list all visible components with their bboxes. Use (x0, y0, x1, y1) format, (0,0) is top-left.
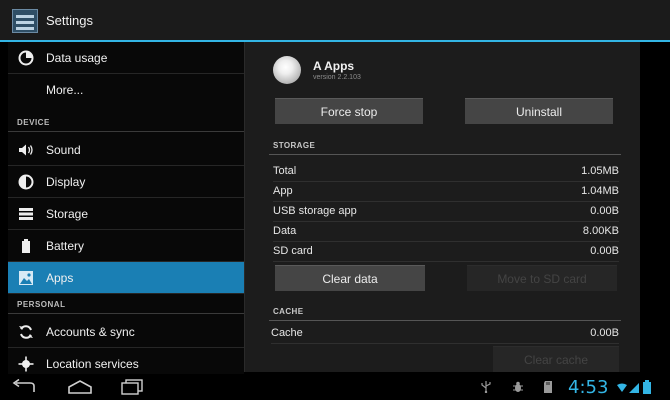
sidebar-item-battery[interactable]: Battery (8, 230, 244, 262)
sidebar-item-label: Storage (46, 207, 89, 221)
sync-icon (19, 325, 33, 339)
data-usage-icon (18, 50, 34, 66)
app-version: version 2.2.103 (313, 74, 361, 81)
storage-section-title: STORAGE (273, 141, 316, 150)
section-label: PERSONAL (17, 300, 66, 309)
cache-section-title: CACHE (273, 307, 304, 316)
settings-sidebar: Data usage More... DEVICE Sound Display … (8, 42, 244, 374)
clear-data-button[interactable]: Clear data (275, 265, 425, 291)
force-stop-button[interactable]: Force stop (275, 98, 423, 124)
system-bar: 4:53 (0, 374, 670, 400)
sidebar-item-more[interactable]: More... (8, 74, 244, 106)
sidebar-item-label: Display (46, 175, 86, 189)
storage-row-value: 0.00B (590, 245, 619, 257)
usb-icon (481, 381, 491, 393)
speaker-icon (19, 144, 33, 156)
brightness-icon (18, 174, 34, 190)
storage-row: USB storage app 0.00B (273, 202, 619, 222)
action-bar: Settings (0, 0, 670, 42)
sidebar-item-location-services[interactable]: Location services (8, 348, 244, 374)
sidebar-item-label: More... (46, 83, 84, 97)
storage-row: Data 8.00KB (273, 222, 619, 242)
storage-icon (19, 208, 33, 220)
debug-icon (513, 381, 523, 392)
cache-row-label: Cache (271, 327, 303, 339)
section-label: DEVICE (17, 118, 50, 127)
home-icon[interactable] (66, 379, 94, 395)
wifi-icon (617, 383, 627, 392)
storage-row-label: Total (273, 165, 297, 177)
location-icon (18, 356, 34, 372)
sidebar-item-label: Accounts & sync (46, 325, 135, 339)
cache-row: Cache 0.00B (271, 324, 619, 344)
section-header-device: DEVICE (8, 114, 244, 132)
signal-icon (629, 383, 639, 393)
storage-row-value: 1.05MB (581, 165, 619, 177)
sidebar-item-accounts-sync[interactable]: Accounts & sync (8, 316, 244, 348)
section-header-personal: PERSONAL (8, 296, 244, 314)
storage-row-value: 8.00KB (582, 225, 619, 237)
storage-divider (269, 154, 621, 155)
storage-row-label: Data (273, 225, 297, 237)
sidebar-item-storage[interactable]: Storage (8, 198, 244, 230)
sidebar-item-label: Data usage (46, 51, 108, 65)
sidebar-item-display[interactable]: Display (8, 166, 244, 198)
app-name: A Apps (313, 59, 355, 73)
recent-apps-icon[interactable] (118, 379, 146, 395)
storage-row: App 1.04MB (273, 182, 619, 202)
app-info-panel: A Apps version 2.2.103 Force stop Uninst… (244, 42, 640, 372)
storage-row-label: SD card (273, 245, 313, 257)
uninstall-button[interactable]: Uninstall (465, 98, 613, 124)
sidebar-item-label: Battery (46, 239, 85, 253)
sidebar-item-label: Location services (46, 357, 139, 371)
sd-card-icon (544, 381, 552, 393)
settings-icon[interactable] (12, 9, 38, 33)
status-clock: 4:53 (568, 377, 609, 398)
sidebar-item-apps[interactable]: Apps (8, 262, 244, 294)
sidebar-item-sound[interactable]: Sound (8, 134, 244, 166)
storage-row: SD card 0.00B (273, 242, 619, 262)
storage-row-label: USB storage app (273, 205, 357, 217)
storage-row-value: 1.04MB (581, 185, 619, 197)
cache-divider (269, 320, 621, 321)
sidebar-item-data-usage[interactable]: Data usage (8, 42, 244, 74)
storage-row: Total 1.05MB (273, 162, 619, 182)
move-to-sd-card-button[interactable]: Move to SD card (467, 265, 617, 291)
clear-cache-button[interactable]: Clear cache (493, 346, 619, 372)
sidebar-item-label: Sound (46, 143, 81, 157)
back-icon[interactable] (10, 379, 38, 395)
app-icon (273, 56, 301, 84)
storage-row-label: App (273, 185, 293, 197)
storage-row-value: 0.00B (590, 205, 619, 217)
cache-row-value: 0.00B (590, 327, 619, 339)
apps-icon (19, 271, 33, 285)
sidebar-item-label: Apps (46, 271, 74, 285)
action-bar-title: Settings (46, 13, 93, 28)
battery-status-icon (643, 380, 651, 394)
battery-icon (22, 239, 30, 253)
